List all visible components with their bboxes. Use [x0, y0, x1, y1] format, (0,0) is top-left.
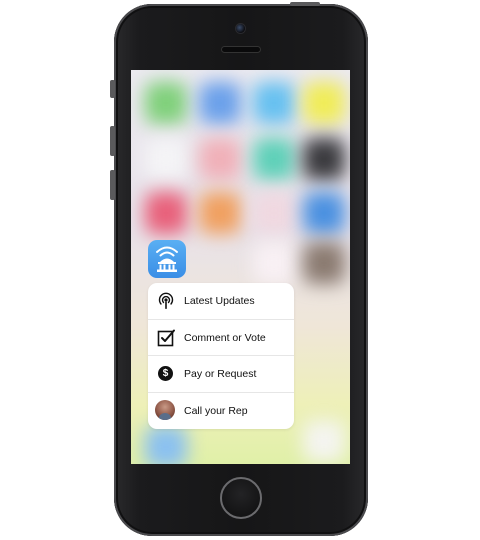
blurred-app-icon [145, 192, 187, 234]
blurred-app-icon [253, 82, 295, 124]
home-button[interactable] [220, 477, 262, 519]
front-camera [236, 24, 245, 33]
checkbox-icon [157, 329, 175, 346]
quick-action-label: Latest Updates [184, 295, 255, 307]
blurred-dock-icon [303, 420, 345, 462]
podcast-icon [158, 292, 174, 309]
quick-action-label: Call your Rep [184, 404, 248, 417]
blurred-app-icon [199, 138, 241, 180]
quick-action-label: Pay or Request [184, 368, 257, 380]
app-icon[interactable] [148, 240, 186, 278]
quick-action-latest-updates[interactable]: Latest Updates [148, 283, 294, 320]
blurred-app-icon [199, 82, 241, 124]
avatar [155, 399, 175, 420]
volume-up-button [110, 126, 115, 156]
volume-down-button [110, 170, 115, 200]
blurred-app-icon [253, 138, 295, 180]
blurred-dock-icon [145, 426, 187, 464]
blurred-app-icon [303, 242, 345, 284]
blurred-app-icon [303, 192, 345, 234]
dollar-icon: $ [158, 366, 173, 381]
earpiece-speaker [222, 47, 260, 52]
quick-action-label: Comment or Vote [184, 331, 266, 344]
wifi-capitol-icon [156, 246, 178, 272]
power-button [290, 2, 320, 6]
quick-actions-menu: Latest Updates Comment or Vote $ Pay or … [148, 283, 294, 429]
blurred-app-icon [199, 192, 241, 234]
blurred-app-icon [303, 138, 345, 180]
blurred-app-icon [253, 192, 295, 234]
blurred-app-icon [145, 138, 187, 180]
blurred-app-icon [145, 82, 187, 124]
blurred-app-icon [303, 82, 345, 124]
quick-action-pay-or-request[interactable]: $ Pay or Request [148, 356, 294, 393]
quick-action-call-your-rep[interactable]: Call your Rep [148, 393, 294, 430]
quick-action-comment-or-vote[interactable]: Comment or Vote [148, 320, 294, 356]
blurred-app-icon [253, 242, 295, 284]
mute-switch [110, 80, 115, 98]
